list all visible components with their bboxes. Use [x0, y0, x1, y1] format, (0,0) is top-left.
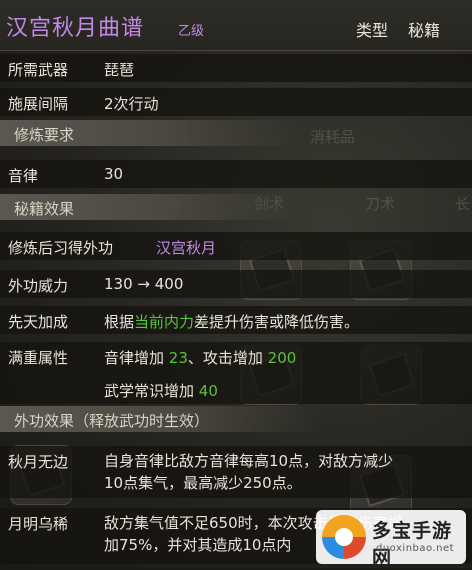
rhythm-label: 音律 — [8, 167, 39, 185]
cast-interval-value: 2次行动 — [104, 95, 159, 113]
autumn-moon-label: 秋月无边 — [8, 453, 69, 471]
autumn-moon-row: 秋月无边 自身音律比敌方音律每高10点，对敌方减少 10点集气，最高减少250点… — [0, 446, 472, 498]
section-book-effects: 秘籍效果 — [0, 194, 300, 220]
item-tooltip: 汉宫秋月曲谱 乙级 类型 秘籍 所需武器 琵琶 施展间隔 2次行动 修炼要求 音… — [0, 0, 472, 568]
section-external-effects: 外功效果（释放武功时生效） — [0, 406, 320, 432]
required-weapon-row: 所需武器 琵琶 — [0, 54, 472, 82]
full-weight-label: 满重属性 — [8, 349, 69, 367]
section-requirements: 修炼要求 — [0, 120, 300, 146]
bright-moon-label: 月明乌稀 — [8, 515, 69, 533]
innate-bonus-row: 先天加成 根据当前内力差提升伤害或降低伤害。 — [0, 306, 472, 334]
skill-power-row: 外功威力 130 → 400 — [0, 270, 472, 298]
full-weight-line1: 音律增加 23、攻击增加 200 — [104, 349, 297, 367]
tooltip-header: 汉宫秋月曲谱 乙级 类型 秘籍 — [0, 0, 472, 51]
watermark-url: duoxinbao.net — [376, 543, 455, 554]
required-weapon-label: 所需武器 — [8, 61, 69, 79]
site-watermark: 多宝手游网 duoxinbao.net — [316, 510, 466, 569]
cast-interval-row: 施展间隔 2次行动 — [0, 88, 472, 116]
rhythm-value: 30 — [104, 165, 124, 183]
section-book-effects-title: 秘籍效果 — [14, 200, 75, 218]
autumn-moon-desc: 自身音律比敌方音律每高10点，对敌方减少 10点集气，最高减少250点。 — [104, 452, 394, 492]
innate-bonus-value: 根据当前内力差提升伤害或降低伤害。 — [104, 313, 360, 331]
watermark-logo-icon — [322, 515, 366, 559]
skill-power-label: 外功威力 — [8, 277, 69, 295]
learned-skill-row: 修炼后习得外功 汉宫秋月 — [0, 232, 472, 260]
full-weight-line2: 武学常识增加 40 — [104, 382, 218, 400]
innate-bonus-label: 先天加成 — [8, 313, 69, 331]
section-requirements-title: 修炼要求 — [14, 126, 75, 144]
skill-power-value: 130 → 400 — [104, 275, 184, 293]
learned-skill-label: 修炼后习得外功 — [8, 239, 114, 257]
section-external-effects-title: 外功效果（释放武功时生效） — [14, 412, 210, 430]
learned-skill-value: 汉宫秋月 — [156, 239, 217, 257]
rhythm-row: 音律 30 — [0, 160, 472, 188]
type-label: 类型 — [356, 21, 389, 40]
item-grade: 乙级 — [178, 24, 205, 39]
cast-interval-label: 施展间隔 — [8, 95, 69, 113]
item-title: 汉宫秋月曲谱 — [6, 16, 145, 41]
required-weapon-value: 琵琶 — [104, 61, 135, 79]
type-value: 秘籍 — [408, 21, 441, 40]
full-weight-row: 满重属性 音律增加 23、攻击增加 200 武学常识增加 40 — [0, 342, 472, 404]
